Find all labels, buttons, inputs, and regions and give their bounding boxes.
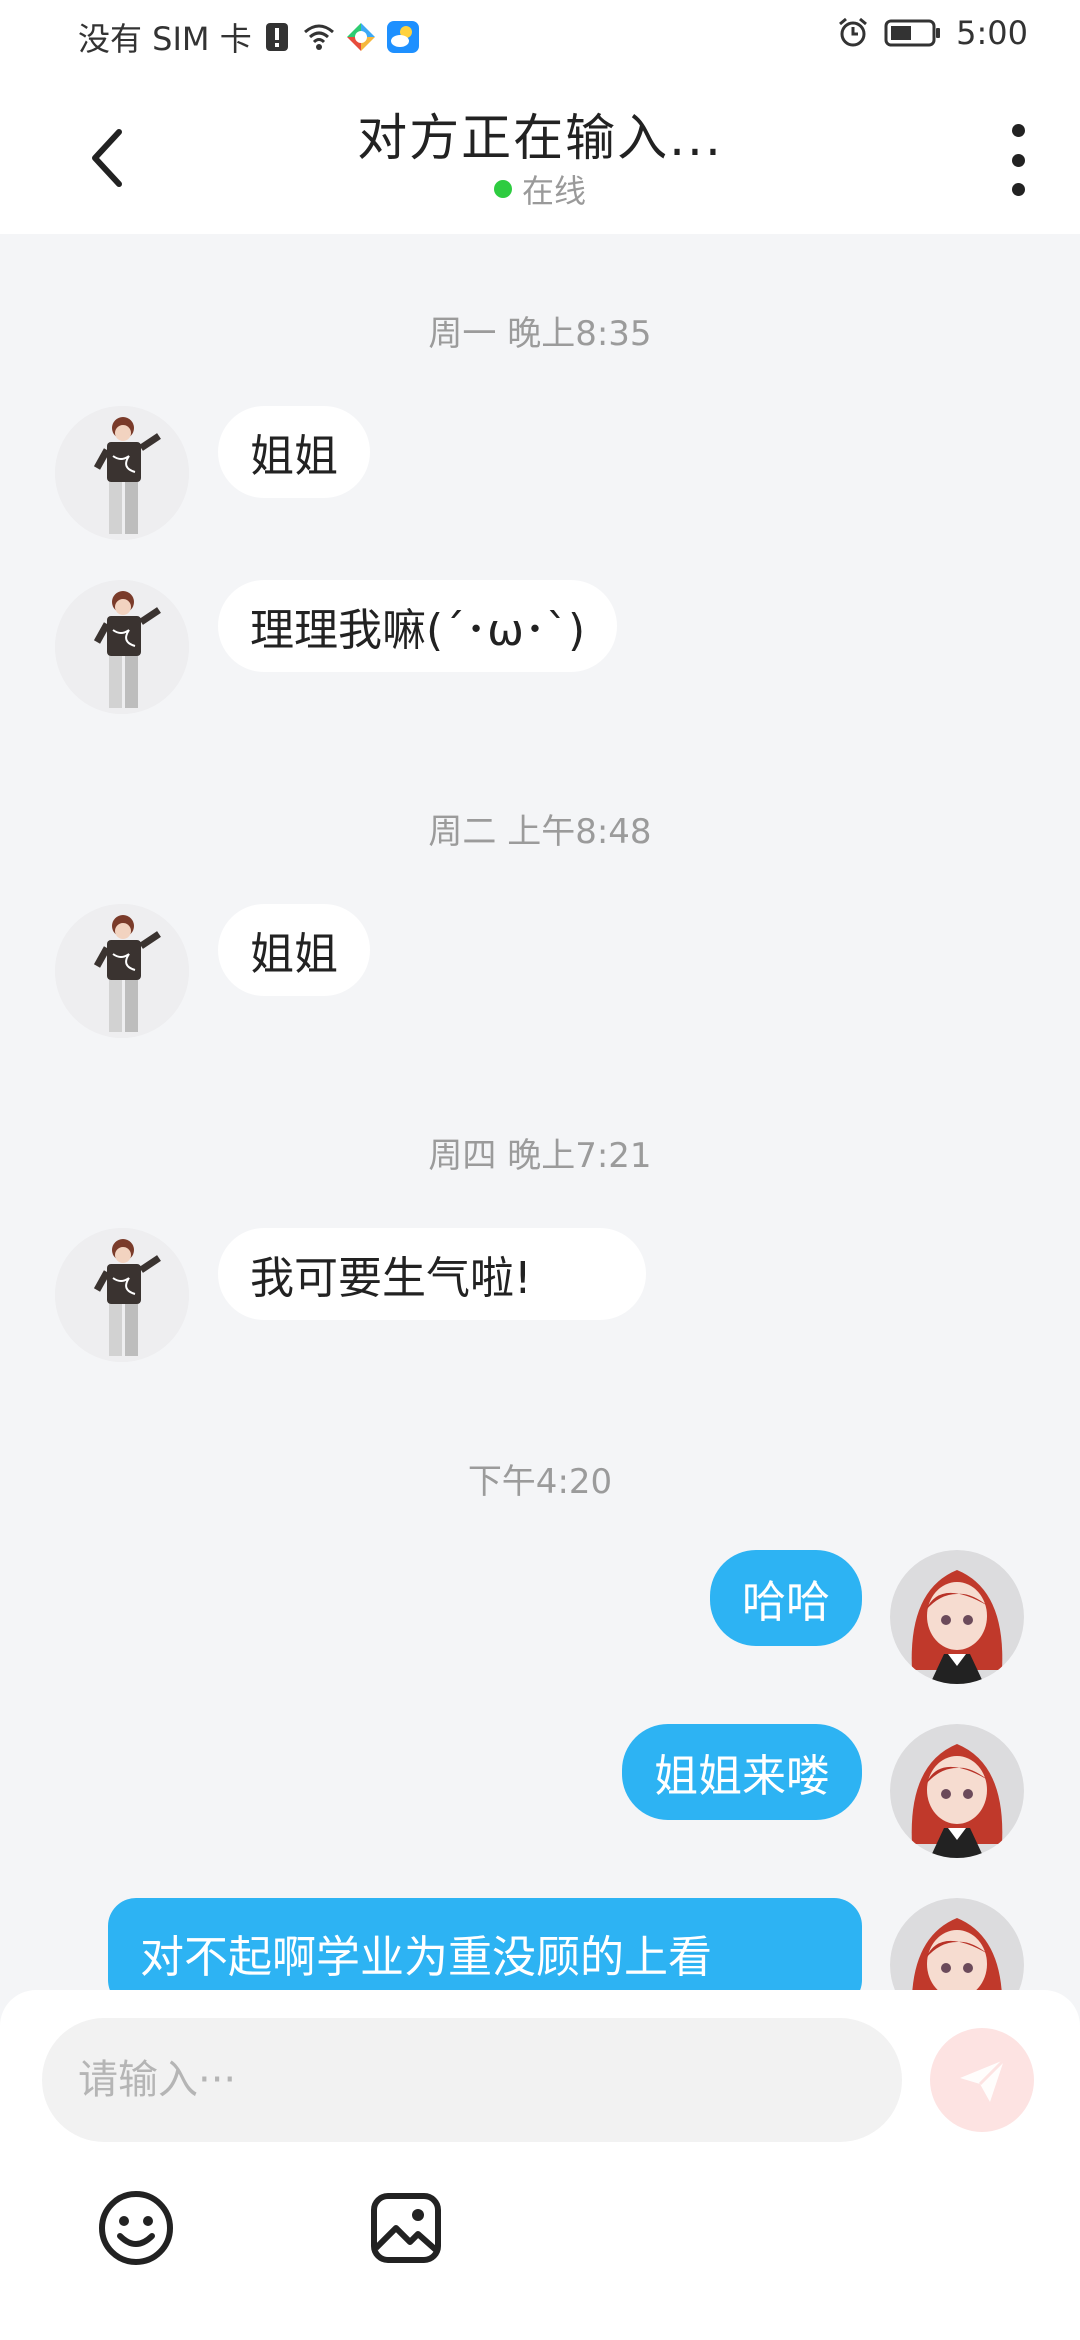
carrier-text: 没有 SIM 卡 [78, 20, 252, 58]
send-button[interactable] [930, 2028, 1034, 2132]
more-options-button[interactable] [996, 120, 1040, 200]
app-colorful-icon [344, 20, 378, 54]
more-dot [1011, 153, 1025, 167]
contact-avatar[interactable] [55, 1228, 189, 1362]
message-bubble-incoming[interactable]: 我可要生气啦! [218, 1228, 646, 1320]
contact-avatar[interactable] [55, 406, 189, 540]
message-bubble-outgoing[interactable]: 对不起啊学业为重没顾的上看 [108, 1898, 862, 1990]
weather-icon [386, 20, 420, 54]
message-bubble-outgoing[interactable]: 哈哈 [710, 1550, 862, 1646]
online-status: 在线 [0, 166, 1080, 212]
user-avatar[interactable] [890, 1550, 1024, 1684]
more-dot [1011, 124, 1025, 137]
online-status-label: 在线 [521, 172, 586, 210]
message-timestamp: 周二 上午8:48 [428, 812, 652, 852]
sim-alert-icon [260, 20, 294, 54]
user-avatar[interactable] [890, 1724, 1024, 1858]
status-left: 没有 SIM 卡 [78, 14, 420, 60]
image-button[interactable] [364, 2186, 448, 2270]
message-bubble-incoming[interactable]: 姐姐 [218, 406, 370, 498]
online-dot-icon [493, 180, 512, 198]
contact-avatar[interactable] [55, 904, 189, 1038]
message-composer [0, 1990, 1080, 2340]
emoji-button[interactable] [94, 2186, 178, 2270]
emoji-icon [99, 2191, 173, 2265]
message-bubble-incoming[interactable]: 理理我嘛(´･ω･`) [218, 580, 618, 672]
status-bar: 没有 SIM 卡 5:00 [0, 0, 1080, 80]
more-dot [1011, 183, 1025, 196]
user-avatar[interactable] [890, 1898, 1024, 1990]
contact-avatar[interactable] [55, 580, 189, 714]
status-right: 5:00 [836, 14, 1028, 52]
message-timestamp: 下午4:20 [467, 1462, 613, 1502]
chat-header: 对方正在输入... 在线 [0, 80, 1080, 234]
message-timestamp: 周四 晚上7:21 [428, 1136, 652, 1176]
alarm-icon [836, 16, 870, 50]
battery-icon [884, 16, 942, 50]
wifi-icon [302, 20, 336, 54]
message-input[interactable] [42, 2018, 902, 2142]
paper-plane-icon [960, 2058, 1006, 2102]
image-icon [371, 2193, 441, 2263]
message-timestamp: 周一 晚上8:35 [428, 314, 652, 354]
chat-message-list[interactable]: 周一 晚上8:35 姐姐 理理我嘛(´･ω･`) 周二 上午8:48 姐姐 周四… [0, 234, 1080, 1990]
message-bubble-incoming[interactable]: 姐姐 [218, 904, 370, 996]
status-time: 5:00 [956, 14, 1028, 52]
page-title: 对方正在输入... [357, 109, 723, 167]
message-bubble-outgoing[interactable]: 姐姐来喽 [622, 1724, 862, 1820]
